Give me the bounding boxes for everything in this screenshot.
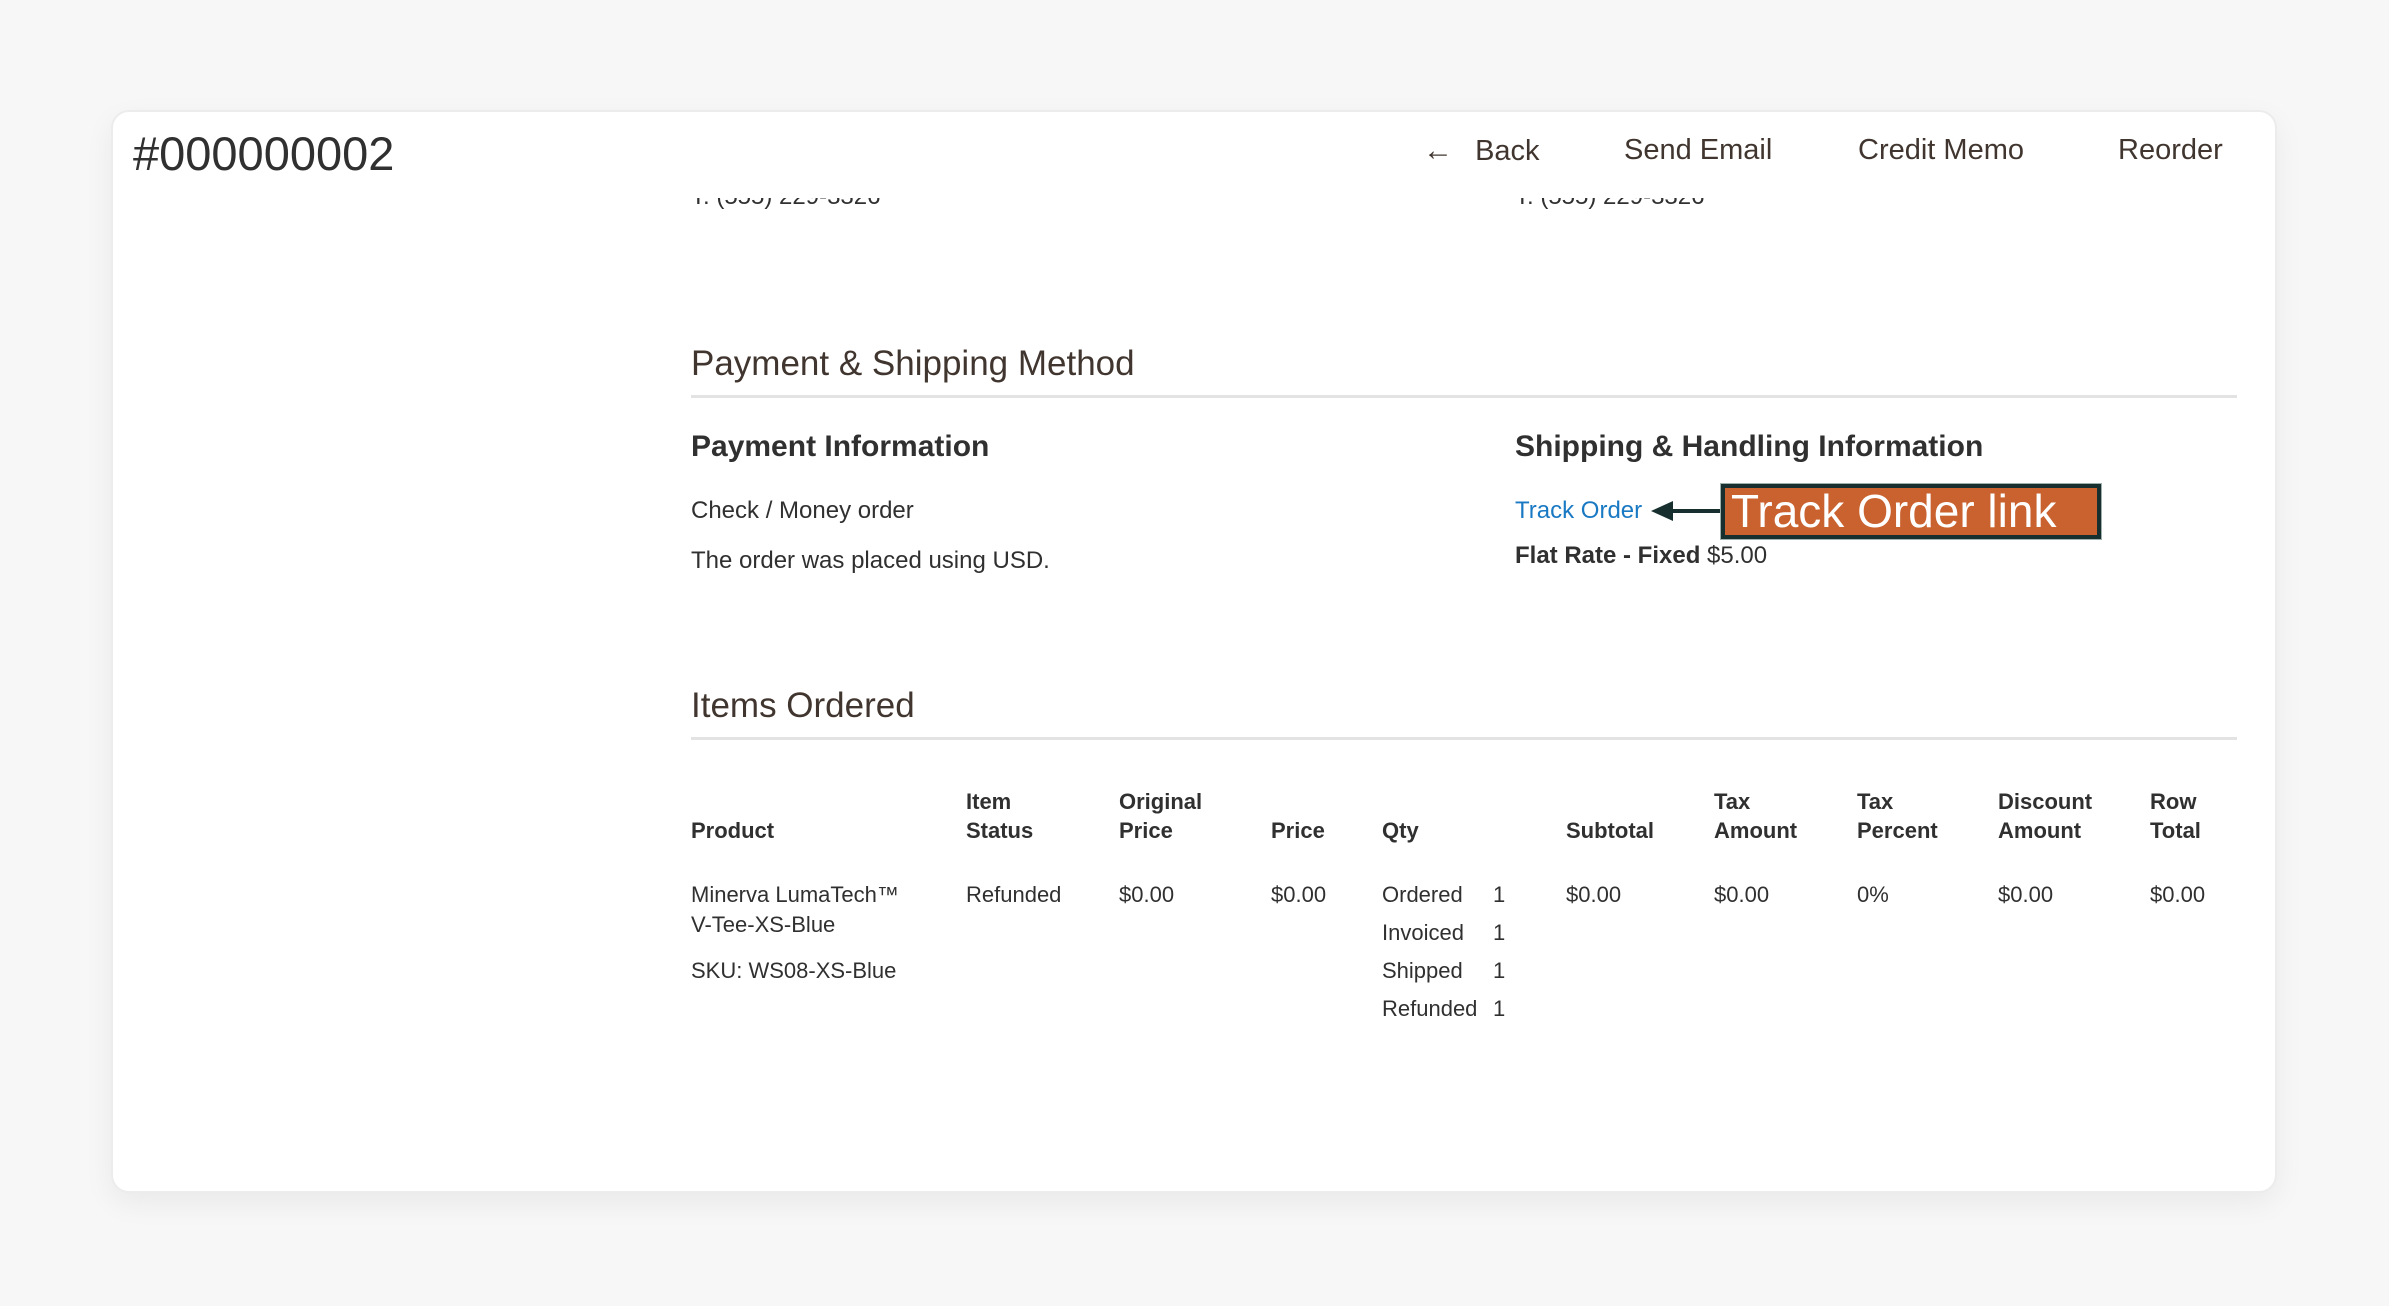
product-name-line1: Minerva LumaTech™ (691, 882, 899, 907)
qty-ordered-value: 1 (1493, 882, 1506, 907)
tax-amount: $0.00 (1714, 882, 1770, 907)
col-header-line1 (1382, 787, 1419, 816)
order-number-title: #000000002 (133, 127, 395, 180)
qty-shipped-label: Shipped (1382, 958, 1463, 983)
shipping-phone-clipped: T: (555) 229-3326 (1515, 198, 1704, 226)
col-header-line1 (1271, 787, 1325, 816)
col-header-line1: Row (2150, 789, 2197, 814)
shipping-phone: T: (555) 229-3326 (1515, 198, 1704, 211)
col-header-line2: Amount (1998, 818, 2082, 843)
col-header-discount-amount: Discount Amount (1998, 787, 2092, 845)
payment-information-title: Payment Information (691, 430, 990, 463)
col-header-line2: Price (1119, 818, 1173, 843)
shipping-method-label: Flat Rate - Fixed (1515, 542, 1701, 569)
col-header-line2: Price (1271, 818, 1325, 843)
qty-refunded-label: Refunded (1382, 996, 1478, 1021)
col-header-line2: Percent (1857, 818, 1938, 843)
items-divider (691, 737, 2237, 740)
col-header-tax-percent: Tax Percent (1857, 787, 1938, 845)
back-label: Back (1475, 135, 1540, 167)
items-ordered-section-title: Items Ordered (691, 686, 915, 725)
product-name-line2: V-Tee-XS-Blue (691, 912, 836, 937)
qty-invoiced-label: Invoiced (1382, 920, 1464, 945)
discount-amount: $0.00 (1998, 882, 2054, 907)
qty-shipped-value: 1 (1493, 958, 1506, 983)
col-header-product: Product (691, 787, 774, 845)
shipping-method: Flat Rate - Fixed $5.00 (1515, 542, 1767, 570)
send-email-button[interactable]: Send Email (1624, 134, 1772, 167)
subtotal: $0.00 (1566, 882, 1622, 907)
col-header-qty: Qty (1382, 787, 1419, 845)
col-header-price: Price (1271, 787, 1325, 845)
col-header-line2: Subtotal (1566, 818, 1654, 843)
billing-phone-clipped: T: (555) 229-3326 (691, 198, 880, 226)
qty-refunded-value: 1 (1493, 996, 1506, 1021)
tax-percent: 0% (1857, 882, 1889, 907)
back-button[interactable]: ← Back (1423, 134, 1540, 168)
col-header-line2: Amount (1714, 818, 1798, 843)
original-price: $0.00 (1119, 882, 1175, 907)
col-header-line2: Product (691, 818, 775, 843)
col-header-line2: Qty (1382, 818, 1419, 843)
col-header-line1: Discount (1998, 789, 2093, 814)
annotation-arrow-line (1661, 509, 1723, 513)
col-header-line2: Total (2150, 818, 2201, 843)
payment-method: Check / Money order (691, 497, 914, 524)
col-header-line1: Tax (1714, 789, 1751, 814)
annotation-label: Track Order link (1720, 483, 2102, 540)
arrow-left-icon: ← (1423, 134, 1453, 167)
product-sku: SKU: WS08-XS-Blue (691, 958, 897, 983)
price: $0.00 (1271, 882, 1327, 907)
shipping-method-price: $5.00 (1707, 542, 1768, 569)
col-header-original-price: Original Price (1119, 787, 1202, 845)
col-header-line1: Original (1119, 789, 1203, 814)
section-divider (691, 395, 2237, 398)
payment-shipping-section-title: Payment & Shipping Method (691, 344, 1135, 383)
col-header-line1: Item (966, 789, 1012, 814)
billing-phone: T: (555) 229-3326 (691, 198, 880, 211)
shipping-handling-title: Shipping & Handling Information (1515, 430, 1984, 463)
col-header-subtotal: Subtotal (1566, 787, 1654, 845)
col-header-line2: Status (966, 818, 1034, 843)
col-header-tax-amount: Tax Amount (1714, 787, 1797, 845)
order-view-card: #000000002 ← Back Send Email Credit Memo… (111, 110, 2277, 1193)
currency-note: The order was placed using USD. (691, 547, 1050, 574)
row-total: $0.00 (2150, 882, 2206, 907)
col-header-line1 (1566, 787, 1654, 816)
track-order-link[interactable]: Track Order (1515, 497, 1642, 525)
qty-invoiced-value: 1 (1493, 920, 1506, 945)
col-header-row-total: Row Total (2150, 787, 2201, 845)
col-header-line1: Tax (1857, 789, 1894, 814)
col-header-item-status: Item Status (966, 787, 1033, 845)
col-header-line1 (691, 787, 774, 816)
qty-ordered-label: Ordered (1382, 882, 1463, 907)
credit-memo-button[interactable]: Credit Memo (1858, 134, 2024, 167)
reorder-button[interactable]: Reorder (2118, 134, 2223, 167)
item-status: Refunded (966, 882, 1062, 907)
